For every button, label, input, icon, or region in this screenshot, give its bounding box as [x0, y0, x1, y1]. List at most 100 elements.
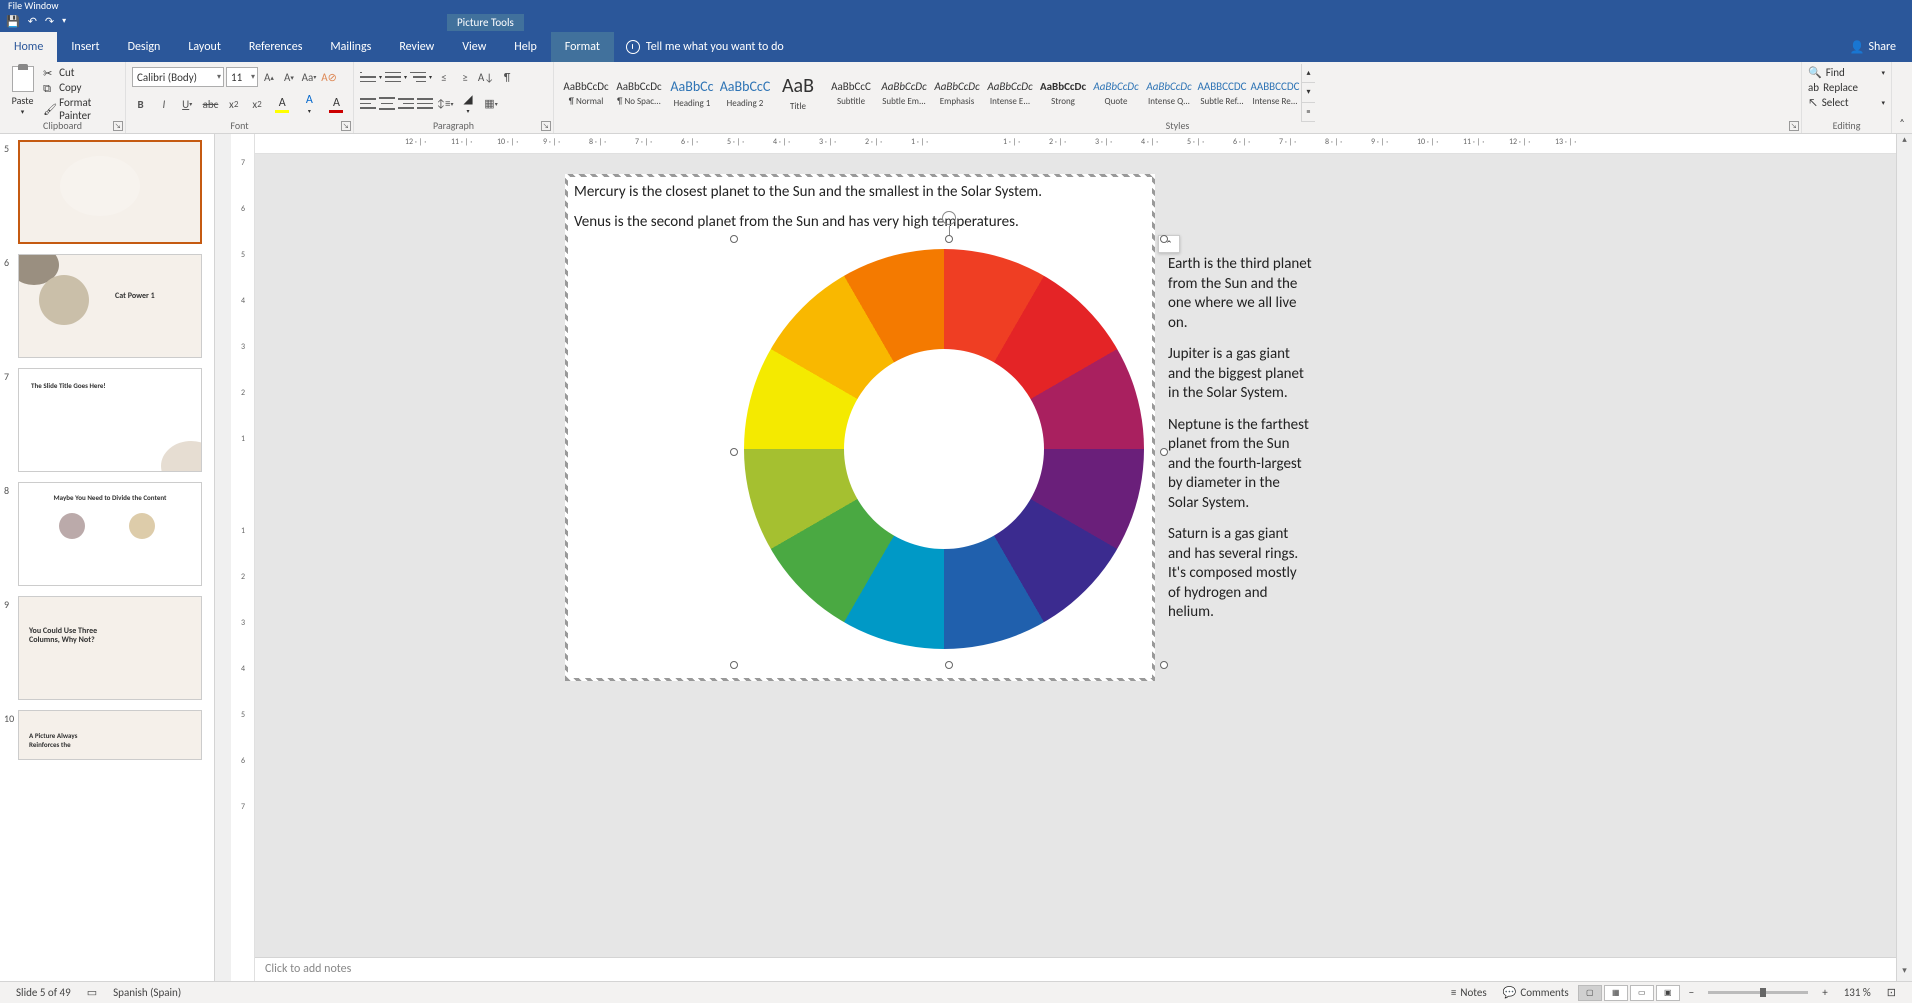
paste-button[interactable]: Paste ▾	[6, 64, 39, 122]
zoom-slider[interactable]	[1708, 991, 1808, 994]
status-spellcheck[interactable]: ▭	[79, 986, 105, 999]
italic-button[interactable]: I	[155, 95, 172, 113]
zoom-in-button[interactable]: +	[1814, 986, 1835, 999]
status-slide[interactable]: Slide 5 of 49	[8, 986, 79, 999]
style-subtitle[interactable]: AaBbCcCSubtitle	[825, 64, 877, 122]
font-size-combo[interactable]: 11	[226, 67, 258, 87]
line-spacing-button[interactable]: ↕≡▾	[436, 95, 454, 113]
align-right-button[interactable]	[398, 97, 414, 111]
tab-format[interactable]: Format	[551, 32, 614, 62]
strikethrough-button[interactable]: abc	[202, 95, 219, 113]
thumbnail-scrollbar[interactable]	[215, 134, 231, 981]
share-button[interactable]: 👤 Share	[1833, 40, 1912, 55]
select-button[interactable]: ↖Select▾	[1808, 96, 1885, 109]
view-reading-button[interactable]: ▭	[1630, 985, 1654, 1001]
tab-home[interactable]: Home	[0, 32, 57, 62]
text-highlight-button[interactable]: A	[272, 96, 293, 113]
tab-review[interactable]: Review	[385, 32, 448, 62]
slide-thumbnail-9[interactable]: You Could Use Three Columns, Why Not?	[18, 596, 202, 700]
resize-handle-w[interactable]	[730, 448, 738, 456]
font-color-button[interactable]: A	[326, 96, 347, 113]
resize-handle-se[interactable]	[1160, 661, 1168, 669]
multilevel-list-button[interactable]	[410, 70, 426, 84]
qat-dropdown[interactable]: ▾	[62, 16, 66, 26]
slide-thumbnail-10[interactable]: A Picture Always Reinforces the	[18, 710, 202, 760]
decrease-indent-button[interactable]: ≤	[435, 68, 453, 86]
style-intense-quote[interactable]: AaBbCcDcIntense Q...	[1143, 64, 1195, 122]
style-title[interactable]: AaBTitle	[772, 64, 824, 122]
tab-mailings[interactable]: Mailings	[316, 32, 385, 62]
increase-indent-button[interactable]: ≥	[456, 68, 474, 86]
paragraph-launcher[interactable]: ↘	[541, 121, 551, 131]
paragraph-earth[interactable]: Earth is the third planet from the Sun a…	[1168, 255, 1312, 333]
view-sorter-button[interactable]: ▦	[1604, 985, 1628, 1001]
redo-button[interactable]: ↷	[45, 15, 54, 28]
view-normal-button[interactable]: ▢	[1578, 985, 1602, 1001]
slide-thumbnail-8[interactable]: Maybe You Need to Divide the Content	[18, 482, 202, 586]
selected-image[interactable]: ⌃	[734, 239, 1164, 665]
document-canvas[interactable]: Mercury is the closest planet to the Sun…	[255, 154, 1896, 957]
borders-button[interactable]: ▦▾	[482, 95, 500, 113]
styles-scroll-down[interactable]: ▾	[1302, 83, 1315, 102]
vertical-scrollbar[interactable]: ▴ ▾	[1896, 134, 1912, 981]
show-marks-button[interactable]: ¶	[498, 68, 516, 86]
wrapped-text[interactable]: Earth is the third planet from the Sun a…	[1168, 255, 1312, 635]
grow-font-button[interactable]: A▴	[260, 68, 278, 86]
resize-handle-nw[interactable]	[730, 235, 738, 243]
clipboard-launcher[interactable]: ↘	[113, 121, 123, 131]
undo-button[interactable]: ↶	[28, 15, 37, 28]
scroll-down-button[interactable]: ▾	[1897, 965, 1912, 981]
align-left-button[interactable]	[360, 97, 376, 111]
bullets-button[interactable]	[360, 70, 376, 84]
style-heading2[interactable]: AaBbCcCHeading 2	[719, 64, 771, 122]
resize-handle-e[interactable]	[1160, 448, 1168, 456]
tell-me-search[interactable]: Tell me what you want to do	[614, 40, 796, 54]
slide-thumbnail-6[interactable]: Cat Power 1	[18, 254, 202, 358]
resize-handle-n[interactable]	[945, 235, 953, 243]
tab-help[interactable]: Help	[500, 32, 551, 62]
underline-button[interactable]: U▾	[179, 95, 196, 113]
numbering-button[interactable]	[385, 70, 401, 84]
resize-handle-sw[interactable]	[730, 661, 738, 669]
style-strong[interactable]: AaBbCcDcStrong	[1037, 64, 1089, 122]
shrink-font-button[interactable]: A▾	[280, 68, 298, 86]
text-effects-button[interactable]: A▾	[299, 93, 320, 115]
align-center-button[interactable]	[379, 97, 395, 111]
slide-thumbnails-pane[interactable]: 5 6 Cat Power 1 7 The Slide Title Goes H…	[0, 134, 215, 981]
save-icon[interactable]: 💾	[6, 15, 20, 28]
superscript-button[interactable]: x2	[248, 95, 265, 113]
style-no-spacing[interactable]: AaBbCcDc¶ No Spac...	[613, 64, 665, 122]
scroll-track[interactable]	[1897, 150, 1912, 965]
paragraph-mercury[interactable]: Mercury is the closest planet to the Sun…	[574, 183, 1146, 203]
notes-button[interactable]: ≡Notes	[1443, 986, 1495, 999]
text-box[interactable]: Mercury is the closest planet to the Sun…	[565, 174, 1155, 681]
slide-thumbnail-7[interactable]: The Slide Title Goes Here!	[18, 368, 202, 472]
paragraph-jupiter[interactable]: Jupiter is a gas giant and the biggest p…	[1168, 345, 1312, 404]
zoom-out-button[interactable]: −	[1681, 986, 1702, 999]
scroll-up-button[interactable]: ▴	[1897, 134, 1912, 150]
styles-launcher[interactable]: ↘	[1789, 121, 1799, 131]
status-language[interactable]: Spanish (Spain)	[105, 986, 189, 999]
replace-button[interactable]: abReplace	[1808, 81, 1885, 94]
styles-gallery[interactable]: AaBbCcDc¶ NormalAaBbCcDc¶ No Spac...AaBb…	[560, 64, 1301, 122]
tab-design[interactable]: Design	[114, 32, 175, 62]
shading-button[interactable]: ◢▾	[457, 92, 479, 115]
change-case-button[interactable]: Aa▾	[300, 68, 318, 86]
copy-button[interactable]: ⧉Copy	[43, 81, 119, 94]
style-intense-em[interactable]: AaBbCcDcIntense E...	[984, 64, 1036, 122]
find-button[interactable]: 🔍Find▾	[1808, 66, 1885, 79]
view-slideshow-button[interactable]: ▣	[1656, 985, 1680, 1001]
style-subtle-em[interactable]: AaBbCcDcSubtle Em...	[878, 64, 930, 122]
tab-layout[interactable]: Layout	[174, 32, 235, 62]
font-name-combo[interactable]: Calibri (Body)	[132, 67, 224, 87]
zoom-level[interactable]: 131 %	[1836, 986, 1879, 999]
tab-insert[interactable]: Insert	[57, 32, 113, 62]
slide-thumbnail-5[interactable]	[18, 140, 202, 244]
subscript-button[interactable]: x2	[225, 95, 242, 113]
font-launcher[interactable]: ↘	[341, 121, 351, 131]
justify-button[interactable]	[417, 97, 433, 111]
style-subtle-ref[interactable]: AABBCCDCSubtle Ref...	[1196, 64, 1248, 122]
styles-scroll-up[interactable]: ▴	[1302, 64, 1315, 83]
sort-button[interactable]: A↓	[477, 68, 495, 86]
bold-button[interactable]: B	[132, 95, 149, 113]
